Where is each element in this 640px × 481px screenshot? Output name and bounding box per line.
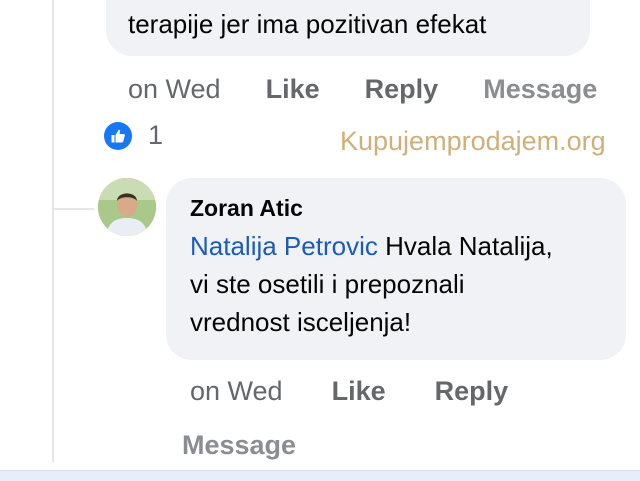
message-button[interactable]: Message xyxy=(483,74,597,104)
author-name[interactable]: Zoran Atic xyxy=(190,193,303,223)
avatar[interactable] xyxy=(98,178,156,236)
comment-timestamp[interactable]: on Wed xyxy=(128,74,221,104)
mention-link[interactable]: Natalija Petrovic xyxy=(190,231,378,261)
like-button[interactable]: Like xyxy=(266,74,320,104)
reply-reply-button[interactable]: Reply xyxy=(435,376,509,406)
comment-actions: on Wed Like Reply Message xyxy=(128,72,597,106)
bottom-bar xyxy=(0,470,640,481)
like-icon[interactable] xyxy=(104,122,132,150)
reply-text-line-2: vi ste osetili i prepoznali xyxy=(190,269,465,299)
reply-actions-row-2: Message xyxy=(182,428,296,462)
reply-like-button[interactable]: Like xyxy=(332,376,386,406)
watermark: Kupujemprodajem.org xyxy=(340,126,606,156)
reply-message-button[interactable]: Message xyxy=(182,430,296,460)
reply-actions: on Wed Like Reply xyxy=(190,374,508,408)
reply-text: Natalija Petrovic Hvala Natalija, vi ste… xyxy=(190,227,620,341)
reply-text-line-1: Hvala Natalija, xyxy=(377,231,553,261)
reply-timestamp[interactable]: on Wed xyxy=(190,376,283,406)
reply-text-line-3: vrednost isceljenja! xyxy=(190,307,412,337)
reply-button[interactable]: Reply xyxy=(365,74,439,104)
thread-line xyxy=(52,0,54,462)
reaction-count[interactable]: 1 xyxy=(148,118,163,152)
thread-branch-line xyxy=(52,208,94,210)
comment-text: terapije jer ima pozitivan efekat xyxy=(128,9,487,39)
